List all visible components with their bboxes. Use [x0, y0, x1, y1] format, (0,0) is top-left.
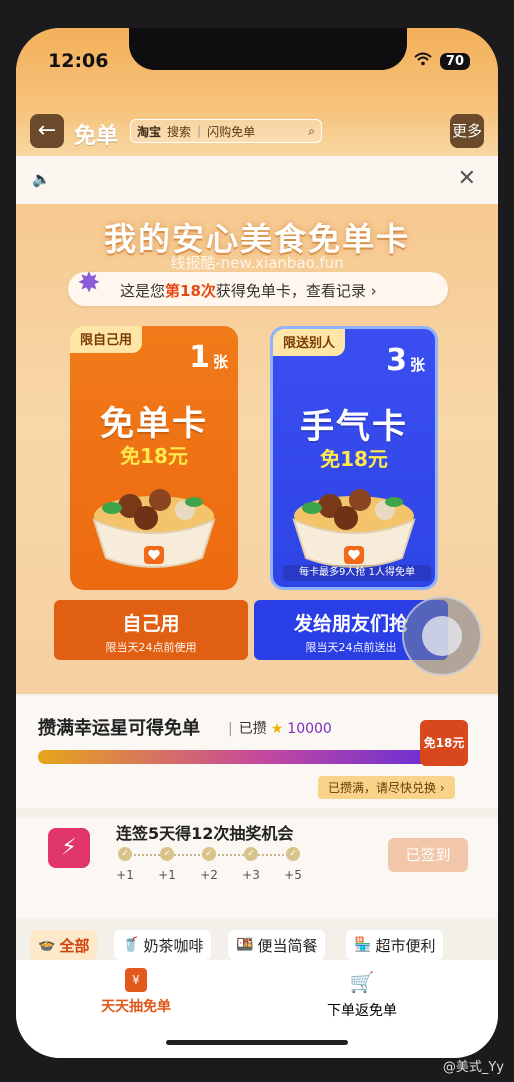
- card-name: 免单卡: [100, 404, 208, 444]
- bento-icon: 🍱: [236, 937, 254, 953]
- more-button[interactable]: 更多: [450, 114, 484, 148]
- card-discount: 免18元: [120, 444, 188, 468]
- day-reward: +3: [242, 868, 260, 882]
- bowl-icon: 🍲: [38, 937, 56, 953]
- search-brand: 淘宝: [137, 124, 162, 139]
- record-count: 第18次: [165, 282, 216, 300]
- search-icon: ⌕: [308, 123, 315, 138]
- calendar-lightning-icon: ⚡: [48, 828, 90, 868]
- lucky-title: 攒满幸运星可得免单: [38, 718, 200, 739]
- day-reward: +5: [284, 868, 302, 882]
- home-indicator[interactable]: [166, 1040, 348, 1045]
- navbar: ← 免单 淘宝 搜索 | 闪购免单 ⌕ 更多: [30, 114, 484, 150]
- nav-label: 下单返免单: [327, 1003, 397, 1019]
- tab-supermarket[interactable]: 🏪 超市便利: [346, 930, 444, 960]
- wifi-icon: [414, 52, 432, 70]
- button-sublabel: 限当天24点前使用: [105, 641, 197, 654]
- check-icon: ✓: [244, 847, 258, 861]
- card-name: 手气卡: [300, 407, 408, 447]
- record-text[interactable]: 这是您第18次获得免单卡，查看记录 ›: [120, 280, 377, 301]
- card-note: 每卡最多9人抢 1人得免单: [283, 565, 431, 581]
- close-icon[interactable]: ✕: [458, 166, 476, 191]
- day-reward: +1: [116, 868, 134, 882]
- card-tag: 限送别人: [273, 329, 346, 356]
- noodle-bowl-icon: [292, 489, 416, 568]
- nav-label: 天天抽免单: [101, 999, 171, 1015]
- notch: [129, 28, 407, 70]
- search-query: 闪购免单: [207, 124, 256, 139]
- status-icons: 70: [414, 52, 470, 70]
- gift-icon: ¥: [125, 968, 147, 992]
- phone-screen: 12:06 70 ← 免单 淘宝 搜索 | 闪购免单 ⌕ 更多 🔈 ✕ 我的安心…: [16, 28, 498, 1058]
- nav-order-rebate[interactable]: 🛒 下单返免单: [292, 968, 432, 1020]
- lucky-collected: | 已攒 ★ 10000: [228, 721, 332, 737]
- day-reward: +2: [200, 868, 218, 882]
- page-title: 免单: [74, 124, 119, 149]
- check-icon: ✓: [202, 847, 216, 861]
- use-self-button[interactable]: 自己用 限当天24点前使用: [54, 600, 248, 660]
- back-arrow-icon: ←: [37, 118, 57, 143]
- card-discount: 免18元: [320, 447, 388, 471]
- star-icon: ★: [270, 721, 284, 737]
- lucky-card-gift[interactable]: 限送别人 3张 手气卡 免18元 每卡最多9人抢 1人得免单: [270, 326, 438, 590]
- nav-daily-draw[interactable]: ¥ 天天抽免单: [66, 968, 206, 1016]
- redeem-button[interactable]: 已攒满，请尽快兑换 ›: [318, 776, 455, 799]
- cup-icon: 🥤: [122, 937, 140, 953]
- search-action: 搜索: [167, 124, 192, 139]
- star-badge-icon: ✸: [77, 266, 101, 299]
- card-count: 3张: [386, 343, 425, 378]
- free-card-self[interactable]: 限自己用 1张 免单卡 免18元: [70, 326, 238, 590]
- tab-all[interactable]: 🍲 全部: [30, 930, 98, 960]
- reward-badge: 免18元: [420, 720, 468, 766]
- search-bar[interactable]: 淘宝 搜索 | 闪购免单 ⌕: [130, 119, 322, 143]
- notice-bar: 🔈 ✕: [16, 156, 498, 204]
- check-icon: ✓: [160, 847, 174, 861]
- card-tag: 限自己用: [70, 326, 143, 353]
- progress-fill: [38, 750, 432, 764]
- search-divider: |: [197, 124, 202, 138]
- status-time: 12:06: [48, 50, 109, 72]
- check-icon: ✓: [286, 847, 300, 861]
- tab-bento[interactable]: 🍱 便当简餐: [228, 930, 326, 960]
- button-label: 自己用: [122, 613, 180, 635]
- record-prefix: 这是您: [120, 282, 166, 300]
- back-button[interactable]: ←: [30, 114, 64, 148]
- signed-in-button[interactable]: 已签到: [388, 838, 468, 872]
- speaker-icon: 🔈: [32, 170, 51, 188]
- record-suffix: 获得免单卡，查看记录 ›: [215, 282, 377, 300]
- signin-progress: ✓ ✓ ✓ ✓ ✓ +1 +1 +2 +3 +5: [116, 844, 308, 884]
- signin-title: 连签5天得12次抽奖机会: [116, 824, 294, 843]
- tab-milk-tea[interactable]: 🥤 奶茶咖啡: [114, 930, 212, 960]
- cart-icon: 🛒: [349, 970, 375, 994]
- card-count: 1张: [189, 340, 228, 375]
- assistive-touch-button[interactable]: [402, 596, 482, 676]
- noodle-bowl-icon: [92, 489, 216, 568]
- check-icon: ✓: [118, 847, 132, 861]
- day-reward: +1: [158, 868, 176, 882]
- battery-indicator: 70: [439, 52, 470, 70]
- weibo-watermark: @美式_Yy: [442, 1060, 504, 1075]
- store-icon: 🏪: [354, 937, 372, 953]
